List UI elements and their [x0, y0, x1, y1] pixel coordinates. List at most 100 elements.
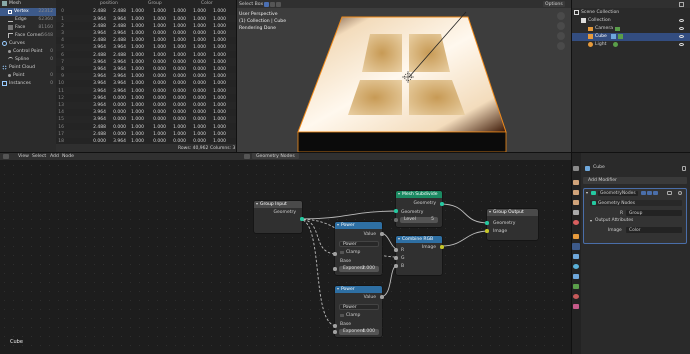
- visibility-icon[interactable]: [679, 35, 684, 39]
- g-socket[interactable]: [394, 256, 398, 260]
- node-combine-rgb[interactable]: Combine RGB Image R G B: [394, 236, 444, 275]
- world-tab-icon[interactable]: [573, 220, 579, 225]
- clamp-checkbox[interactable]: [340, 313, 344, 317]
- outliner-scene-collection[interactable]: Scene Collection: [571, 9, 690, 17]
- object-tab-icon[interactable]: [573, 234, 579, 239]
- cube-render[interactable]: [236, 0, 571, 152]
- collapse-icon[interactable]: [256, 203, 258, 205]
- modifier-tab-icon[interactable]: [572, 243, 580, 250]
- clamp-label: Clamp: [346, 250, 361, 255]
- tree-point-cloud[interactable]: Point Cloud: [0, 64, 56, 72]
- area-divider-vertical-2[interactable]: [235, 0, 237, 152]
- r-input-label: R: [620, 211, 624, 216]
- collapse-icon[interactable]: [337, 224, 339, 226]
- exponent-socket[interactable]: [333, 267, 337, 271]
- node-group-output[interactable]: Group Output Geometry Image: [485, 209, 538, 240]
- operation-dropdown[interactable]: Power: [339, 304, 379, 310]
- tree-vertex[interactable]: Vertex 22312: [0, 8, 56, 16]
- physics-tab-icon[interactable]: [573, 264, 579, 269]
- image-in-socket[interactable]: [485, 229, 489, 233]
- image-output-field[interactable]: Color: [626, 227, 682, 233]
- tree-face-corner[interactable]: Face Corner 5648: [0, 32, 56, 40]
- tree-spline[interactable]: Spline 0: [0, 56, 56, 64]
- material-tab-icon[interactable]: [573, 294, 579, 299]
- image-out-socket[interactable]: [440, 245, 444, 249]
- node-header[interactable]: Mesh Subdivide: [396, 191, 442, 198]
- visibility-icon[interactable]: [679, 27, 684, 31]
- level-field[interactable]: Level 5: [400, 217, 438, 223]
- value-out-socket[interactable]: [380, 295, 384, 299]
- collapse-icon[interactable]: [398, 193, 400, 195]
- node-power-2[interactable]: Power Value Power Clamp Base Exponent 4.0…: [333, 286, 384, 337]
- base-socket[interactable]: [333, 252, 337, 256]
- exponent-field[interactable]: Exponent 2.000: [339, 266, 379, 272]
- collapse-icon[interactable]: [337, 288, 339, 290]
- node-editor[interactable]: View Select Add Node Geometry Nodes Cube…: [0, 152, 571, 354]
- render-toggle-icon[interactable]: [653, 191, 658, 195]
- 3d-viewport[interactable]: Select Box User Perspective (1) Collecti…: [236, 0, 571, 152]
- value-out-socket[interactable]: [380, 232, 384, 236]
- node-header[interactable]: Group Output: [487, 209, 538, 216]
- node-header[interactable]: Combine RGB: [396, 236, 442, 243]
- node-tree-selector[interactable]: Geometry Nodes: [590, 200, 682, 206]
- expand-icon[interactable]: [590, 220, 592, 222]
- geometry-socket[interactable]: [300, 217, 304, 221]
- geometry-in-socket[interactable]: [485, 221, 489, 225]
- tree-curves[interactable]: Curves: [0, 40, 56, 48]
- rows-count: Rows: 40,962: [178, 145, 209, 151]
- outliner-collection[interactable]: Collection: [571, 17, 690, 25]
- tree-point[interactable]: Point 0: [0, 72, 56, 80]
- tree-control-point[interactable]: Control Point 0: [0, 48, 56, 56]
- tree-mesh[interactable]: Mesh: [0, 0, 56, 8]
- area-divider-horizontal[interactable]: [0, 151, 690, 153]
- pin-icon[interactable]: [682, 166, 686, 171]
- texture-tab-icon[interactable]: [573, 304, 579, 309]
- data-tab-icon[interactable]: [573, 284, 579, 289]
- collapse-icon[interactable]: [489, 211, 491, 213]
- tool-tab-icon[interactable]: [573, 166, 579, 171]
- expand-icon[interactable]: [586, 192, 588, 194]
- geometry-out-socket[interactable]: [440, 202, 444, 206]
- geometry-in-socket[interactable]: [394, 209, 398, 213]
- close-icon[interactable]: [678, 191, 682, 195]
- constraints-tab-icon[interactable]: [573, 274, 579, 279]
- r-attribute-field[interactable]: Group: [626, 210, 682, 216]
- node-mesh-subdivide[interactable]: Mesh Subdivide Geometry Geometry Level 5: [394, 191, 444, 227]
- table-cell: 1.000: [193, 38, 206, 44]
- r-socket[interactable]: [394, 248, 398, 252]
- level-socket[interactable]: [394, 218, 398, 222]
- collapse-icon[interactable]: [398, 238, 400, 240]
- base-socket[interactable]: [333, 324, 337, 328]
- modifier-name-field[interactable]: GeometryNodes: [598, 190, 638, 196]
- output-tab-icon[interactable]: [573, 190, 579, 195]
- node-header[interactable]: Power: [335, 222, 382, 229]
- exponent-socket[interactable]: [333, 330, 337, 334]
- area-divider-vertical[interactable]: [570, 0, 572, 354]
- add-modifier-button[interactable]: Add Modifier: [583, 177, 687, 184]
- clamp-checkbox[interactable]: [340, 250, 344, 254]
- view-layer-tab-icon[interactable]: [573, 200, 579, 205]
- outliner-cube[interactable]: Cube: [571, 33, 690, 41]
- render-tab-icon[interactable]: [573, 180, 579, 185]
- operation-dropdown[interactable]: Power: [339, 241, 379, 247]
- tree-instances[interactable]: Instances 0: [0, 80, 56, 88]
- edit-mode-toggle-icon[interactable]: [641, 191, 646, 195]
- filter-icon[interactable]: [679, 1, 684, 7]
- visibility-icon[interactable]: [679, 19, 684, 23]
- outliner-light[interactable]: Light: [571, 41, 690, 49]
- scene-tab-icon[interactable]: [573, 210, 579, 215]
- exponent-field[interactable]: Exponent 4.000: [339, 329, 379, 335]
- outliner-camera[interactable]: Camera: [571, 25, 690, 33]
- dropdown-icon[interactable]: [667, 191, 672, 195]
- tree-edge[interactable]: Edge 62360: [0, 16, 56, 24]
- visibility-icon[interactable]: [679, 43, 684, 47]
- b-socket[interactable]: [394, 264, 398, 268]
- realtime-toggle-icon[interactable]: [647, 191, 652, 195]
- node-group-input[interactable]: Group Input Geometry: [254, 201, 304, 233]
- tree-face[interactable]: Face 81160: [0, 24, 56, 32]
- outliner-header: [571, 0, 690, 8]
- node-power-1[interactable]: Power Value Power Clamp Base Exponent 2.0…: [333, 222, 384, 275]
- particles-tab-icon[interactable]: [573, 254, 579, 259]
- node-header[interactable]: Power: [335, 286, 382, 293]
- node-header[interactable]: Group Input: [254, 201, 302, 208]
